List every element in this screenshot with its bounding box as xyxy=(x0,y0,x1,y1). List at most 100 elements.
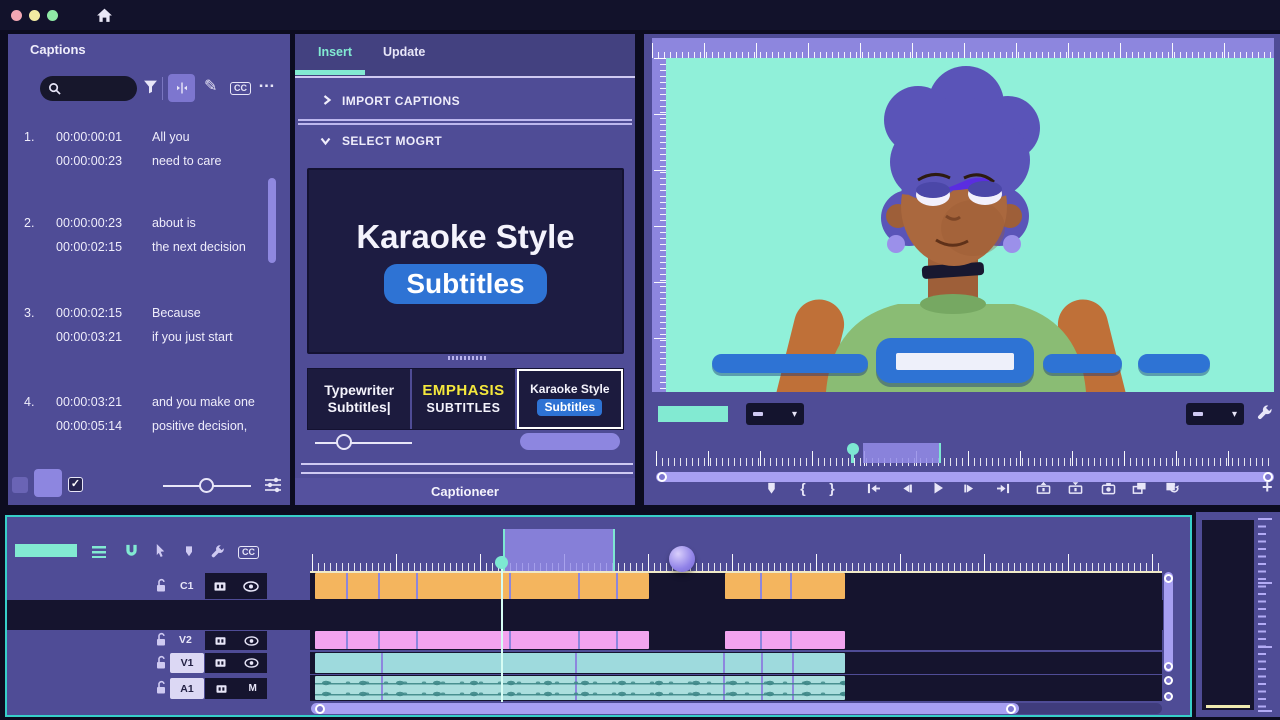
edit-pencil-icon[interactable]: ✎ xyxy=(204,76,217,96)
mogrt-thumb-karaoke-selected[interactable]: Karaoke Style Subtitles xyxy=(517,369,623,429)
audio1-clip-group[interactable] xyxy=(315,676,845,700)
monitor-settings-wrench-icon[interactable] xyxy=(1256,404,1273,421)
program-monitor-video[interactable] xyxy=(666,58,1274,392)
snap-magnet-icon[interactable] xyxy=(124,543,139,559)
thumbnail-zoom-slider-track[interactable] xyxy=(315,442,412,444)
track-lane-v2[interactable] xyxy=(310,630,1162,650)
mark-in-button[interactable]: { xyxy=(794,479,812,497)
timeline-playhead-handle[interactable] xyxy=(495,556,508,569)
track-resize-handle[interactable] xyxy=(1164,692,1173,701)
go-to-in-button[interactable] xyxy=(864,479,882,497)
track-label-v2[interactable]: V2 xyxy=(179,634,192,646)
track-output-eye-icon[interactable] xyxy=(244,658,259,668)
source-patch-icon[interactable] xyxy=(214,658,227,668)
extract-button[interactable] xyxy=(1066,479,1084,497)
caption-row-3[interactable]: 3. 00:00:02:15 Because 00:00:03:21 if yo… xyxy=(24,306,274,354)
track-label-v1-targeted[interactable]: V1 xyxy=(170,653,204,673)
go-to-out-button[interactable] xyxy=(994,479,1012,497)
playback-resolution-dropdown[interactable]: ▾ xyxy=(1186,403,1244,425)
comparison-view-button[interactable] xyxy=(1130,479,1148,497)
caption-row-4[interactable]: 4. 00:00:03:21 and you make one 00:00:05… xyxy=(24,395,274,443)
monitor-scrollbar-handle-left[interactable] xyxy=(657,472,667,482)
filter-icon[interactable] xyxy=(143,79,158,95)
caption-checkbox[interactable]: ✓ xyxy=(68,477,83,492)
timeline-hscroll-handle-left[interactable] xyxy=(315,704,325,714)
lift-button[interactable] xyxy=(1034,479,1052,497)
lock-icon-v1[interactable] xyxy=(155,655,167,670)
button-editor-plus[interactable]: + xyxy=(1262,477,1273,498)
timeline-ruler[interactable] xyxy=(312,524,1162,571)
mark-out-button[interactable]: } xyxy=(823,479,841,497)
mogrt-thumb-emphasis[interactable]: EMPHASIS SUBTITLES xyxy=(412,369,516,429)
lock-icon-c1[interactable] xyxy=(155,578,167,593)
track-lane-c1[interactable] xyxy=(310,572,1162,600)
timeline-playhead[interactable] xyxy=(501,556,503,702)
monitor-mini-timeline[interactable] xyxy=(656,448,1272,468)
monitor-loop-range[interactable] xyxy=(863,443,941,463)
add-marker-button[interactable] xyxy=(762,479,780,497)
caption-row-2[interactable]: 2. 00:00:00:23 about is 00:00:02:15 the … xyxy=(24,216,274,264)
multicam-toggle-button[interactable] xyxy=(1163,479,1181,497)
tab-update[interactable]: Update xyxy=(383,45,425,59)
captions-scrollbar[interactable] xyxy=(268,178,276,263)
track-lane-v1[interactable] xyxy=(310,652,1162,674)
monitor-playhead[interactable] xyxy=(847,443,859,455)
timeline-cc-icon[interactable]: CC xyxy=(238,546,259,559)
source-patch-icon[interactable] xyxy=(215,684,228,694)
section-select-mogrt[interactable]: SELECT MOGRT xyxy=(342,134,442,148)
mogrt-thumb-typewriter[interactable]: Typewriter Subtitles| xyxy=(308,369,412,429)
timeline-vscroll-thumb[interactable] xyxy=(1164,572,1173,672)
play-button[interactable] xyxy=(929,479,947,497)
zoom-window-button[interactable] xyxy=(47,10,58,21)
chevron-down-icon[interactable] xyxy=(320,136,330,146)
caption-zoom-slider-knob[interactable] xyxy=(199,478,214,493)
track-lane-a1[interactable] xyxy=(310,675,1162,701)
timeline-wrench-icon[interactable] xyxy=(210,544,225,559)
track-output-eye-icon[interactable] xyxy=(244,636,259,646)
caption-style-swatch-large[interactable] xyxy=(34,469,62,497)
section-import-captions[interactable]: IMPORT CAPTIONS xyxy=(342,94,460,108)
marker-icon[interactable] xyxy=(183,545,195,558)
caption-clip-group-2[interactable] xyxy=(725,573,845,599)
close-window-button[interactable] xyxy=(11,10,22,21)
export-frame-button[interactable] xyxy=(1099,479,1117,497)
captions-track-icon[interactable] xyxy=(213,581,227,592)
drag-handle[interactable] xyxy=(448,356,488,360)
track-label-a1-targeted[interactable]: A1 xyxy=(170,678,204,699)
thumbnail-zoom-slider-knob[interactable] xyxy=(336,434,352,450)
more-options-icon[interactable]: … xyxy=(258,72,276,92)
timeline-settings-icon[interactable] xyxy=(92,546,106,558)
track-output-eye-icon[interactable] xyxy=(243,581,259,592)
sync-captions-button[interactable] xyxy=(168,74,195,102)
source-patch-icon[interactable] xyxy=(214,636,227,646)
track-label-c1[interactable]: C1 xyxy=(180,580,193,592)
home-icon[interactable] xyxy=(96,7,113,24)
caption-search-box[interactable] xyxy=(40,76,137,101)
lock-icon-v2[interactable] xyxy=(155,632,167,647)
mute-track-button[interactable]: M xyxy=(248,683,256,694)
caption-clip-group-1[interactable] xyxy=(315,573,649,599)
caption-search-input[interactable] xyxy=(66,82,128,96)
resolution-dropdown[interactable]: ▾ xyxy=(746,403,804,425)
timeline-hscroll-thumb[interactable] xyxy=(311,703,1019,714)
caption-style-swatch-small[interactable] xyxy=(12,477,28,493)
video1-clip-group[interactable] xyxy=(315,653,845,673)
step-forward-button[interactable] xyxy=(961,479,979,497)
track-resize-handle[interactable] xyxy=(1164,676,1173,685)
drag-marker-ball[interactable] xyxy=(669,546,695,572)
timeline-hscroll-handle-right[interactable] xyxy=(1006,704,1016,714)
lock-icon-a1[interactable] xyxy=(155,680,167,695)
timeline-vscroll-handle[interactable] xyxy=(1164,574,1173,583)
track-resize-handle[interactable] xyxy=(1164,662,1173,671)
caption-settings-icon[interactable] xyxy=(264,477,282,494)
video2-clip-group-2[interactable] xyxy=(725,631,845,649)
mogrt-preview[interactable]: Karaoke Style Subtitles xyxy=(307,168,624,354)
caption-row-1[interactable]: 1. 00:00:00:01 All you 00:00:00:23 need … xyxy=(24,130,274,178)
selection-tool-icon[interactable] xyxy=(154,543,167,558)
chevron-right-icon[interactable] xyxy=(322,95,332,105)
minimize-window-button[interactable] xyxy=(29,10,40,21)
timeline-selection-range[interactable] xyxy=(503,529,615,571)
captions-cc-icon[interactable]: CC xyxy=(230,82,251,95)
tab-insert[interactable]: Insert xyxy=(318,45,352,59)
thumbnail-scrollbar[interactable] xyxy=(520,433,620,450)
